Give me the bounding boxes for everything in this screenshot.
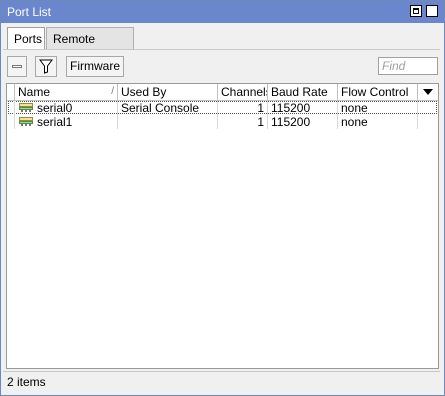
filter-icon bbox=[39, 59, 53, 74]
column-menu-button[interactable] bbox=[418, 84, 438, 100]
firmware-button[interactable]: Firmware bbox=[66, 56, 124, 77]
cell-flow-control: none bbox=[338, 115, 418, 129]
column-header-used-by[interactable]: Used By bbox=[118, 84, 218, 100]
cell-name: serial1 bbox=[15, 115, 118, 129]
close-button[interactable]: × bbox=[426, 3, 438, 17]
header-spacer bbox=[7, 84, 15, 100]
remove-button[interactable] bbox=[7, 56, 27, 77]
cell-flow-control: none bbox=[338, 101, 418, 115]
column-header-name-label: Name bbox=[18, 85, 51, 99]
cell-channels: 1 bbox=[218, 101, 268, 115]
tab-remote-access[interactable]: Remote Access bbox=[46, 27, 134, 68]
table-row[interactable]: serial1 1 115200 none bbox=[7, 115, 438, 129]
ports-table: Name / Used By Channels Baud Rate Flow C… bbox=[6, 83, 439, 369]
cell-name: serial0 bbox=[15, 101, 118, 115]
minus-icon bbox=[12, 65, 22, 68]
row-name-label: serial1 bbox=[37, 115, 73, 129]
sort-indicator-icon: / bbox=[111, 86, 114, 97]
row-marker bbox=[7, 115, 15, 129]
dropdown-arrow-icon bbox=[423, 89, 433, 95]
window-title: Port List bbox=[7, 5, 52, 19]
restore-icon bbox=[413, 8, 419, 14]
toolbar: Firmware bbox=[3, 50, 440, 82]
tab-ports[interactable]: Ports bbox=[7, 27, 45, 51]
serial-port-icon bbox=[19, 103, 33, 112]
close-icon: × bbox=[428, 3, 436, 17]
cell-baud-rate: 115200 bbox=[268, 115, 338, 129]
cell-extra bbox=[418, 101, 438, 115]
status-bar: 2 items bbox=[3, 371, 440, 391]
cell-baud-rate: 115200 bbox=[268, 101, 338, 115]
restore-button[interactable] bbox=[410, 5, 422, 17]
filter-button[interactable] bbox=[35, 56, 57, 77]
column-header-baud-rate[interactable]: Baud Rate bbox=[268, 84, 338, 100]
row-marker bbox=[7, 101, 15, 115]
cell-channels: 1 bbox=[218, 115, 268, 129]
port-list-window: Port List × Ports Remote Access Firmware bbox=[0, 0, 445, 396]
serial-port-icon bbox=[19, 117, 33, 126]
cell-extra bbox=[418, 115, 438, 129]
cell-used-by: Serial Console bbox=[118, 101, 218, 115]
column-header-flow-control[interactable]: Flow Control bbox=[338, 84, 418, 100]
title-bar[interactable]: Port List × bbox=[1, 1, 444, 23]
row-name-label: serial0 bbox=[37, 101, 73, 115]
column-header-channels[interactable]: Channels bbox=[218, 84, 268, 100]
table-row[interactable]: serial0 Serial Console 1 115200 none bbox=[7, 101, 438, 115]
find-input[interactable] bbox=[378, 57, 438, 75]
cell-used-by bbox=[118, 115, 218, 129]
column-header-name[interactable]: Name / bbox=[15, 84, 118, 100]
ports-panel: Firmware Name / Used By Channels Baud Ra… bbox=[3, 49, 440, 370]
table-header: Name / Used By Channels Baud Rate Flow C… bbox=[7, 84, 438, 101]
